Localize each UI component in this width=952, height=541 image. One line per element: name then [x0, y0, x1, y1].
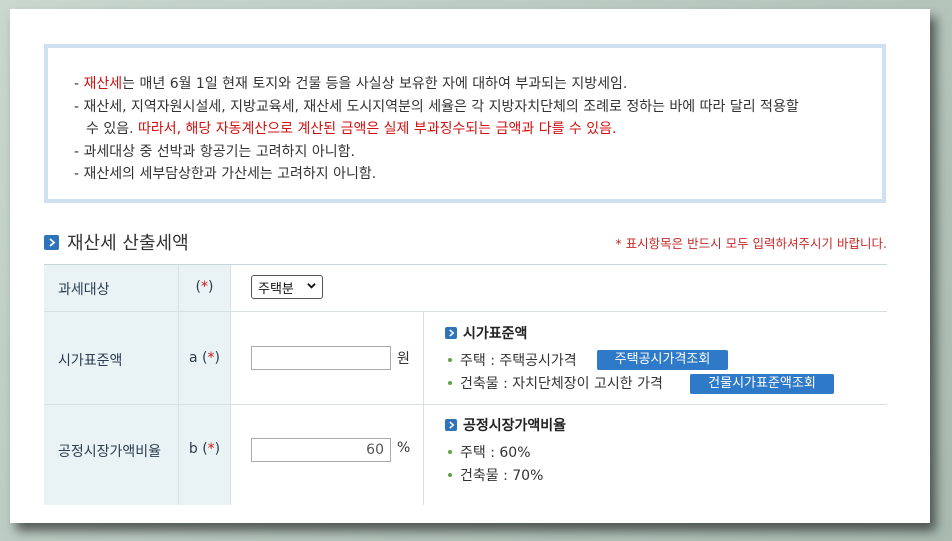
section-header: 재산세 산출세액 [44, 229, 189, 255]
notice-line-3-prefix: 수 있음. [86, 121, 138, 137]
row-mark-cell: a (*) [178, 312, 231, 404]
info-item-building: 건축물 : 70% [448, 465, 543, 485]
row-info-cell: 시가표준액 주택 : 주택공시가격 주택공시가격조회 건축물 : 자치단체장이 … [423, 312, 888, 404]
unit-won: 원 [397, 351, 410, 367]
mark-close: ) [214, 441, 221, 457]
info-item-text: 주택 : 60% [460, 445, 531, 461]
unit-percent: % [397, 440, 411, 456]
info-title-market-ratio: 공정시장가액비율 [445, 415, 566, 435]
row-input-cell: 원 [230, 312, 423, 404]
chevron-down-icon [307, 283, 316, 289]
info-item-house: 주택 : 60% [448, 442, 531, 462]
required-note: * 표시항목은 반드시 모두 입력하셔주시기 바랍니다. [615, 236, 887, 251]
label-tax-object: 과세대상 [58, 282, 110, 298]
bullet-icon [448, 358, 452, 362]
notice-line-2: - 재산세, 지역자원시설세, 지방교육세, 재산세 도시지역분의 세율은 각 … [74, 98, 799, 115]
label-standard-price: 시가표준액 [58, 353, 123, 369]
row-label-cell: 시가표준액 [44, 312, 178, 404]
bullet-icon [448, 450, 452, 454]
notice-line-4: - 과세대상 중 선박과 항공기는 고려하지 아니함. [74, 143, 355, 160]
notice-line-1: - 재산세는 매년 6월 1일 현재 토지와 건물 등을 사실상 보유한 자에 … [74, 73, 799, 96]
label-market-ratio: 공정시장가액비율 [58, 444, 162, 460]
row-mark-cell: (*) [178, 265, 231, 311]
required-star: * [207, 350, 215, 366]
notice-line-1-text: 는 매년 6월 1일 현재 토지와 건물 등을 사실상 보유한 자에 대하여 부… [122, 76, 628, 92]
table-row-tax-object: 과세대상 (*) 주택분 [44, 265, 887, 312]
info-title-text: 공정시장가액비율 [463, 418, 567, 434]
info-item-text: 주택 : 주택공시가격 [460, 353, 577, 369]
notice-line-3: 수 있음. 따라서, 해당 자동계산으로 계산된 금액은 실제 부과징수되는 금… [74, 118, 799, 141]
row-input-cell: 60 % [230, 405, 423, 505]
page-window: - 재산세는 매년 6월 1일 현재 토지와 건물 등을 사실상 보유한 자에 … [10, 9, 930, 523]
building-price-lookup-button[interactable]: 건물시가표준액조회 [690, 374, 834, 394]
row-input-cell: 주택분 [230, 265, 423, 311]
standard-price-input[interactable] [251, 346, 391, 370]
info-item-building: 건축물 : 자치단체장이 고시한 가격 [448, 373, 663, 393]
required-star: * [207, 441, 215, 457]
row-info-cell: 공정시장가액비율 주택 : 60% 건축물 : 70% [423, 405, 888, 505]
row-mark-cell: b (*) [178, 405, 231, 505]
mark-close: ) [214, 350, 220, 366]
required-star: * [201, 279, 208, 295]
info-item-text: 건축물 : 70% [460, 468, 544, 484]
chevron-right-icon [44, 234, 59, 250]
bullet-icon [448, 473, 452, 477]
bullet-icon [448, 381, 452, 385]
mark-open: a ( [189, 350, 208, 366]
notice-warning: 따라서, 해당 자동계산으로 계산된 금액은 실제 부과징수되는 금액과 다를 … [138, 121, 617, 137]
table-row-market-ratio: 공정시장가액비율 b (*) 60 % 공정시장가액비율 주택 : 60% 건축… [44, 405, 887, 505]
tax-object-select[interactable]: 주택분 [251, 275, 323, 299]
info-item-house: 주택 : 주택공시가격 [448, 350, 577, 370]
mark-open: b ( [188, 441, 208, 457]
notice-bullet: - [74, 76, 84, 92]
notice-text: - 재산세는 매년 6월 1일 현재 토지와 건물 등을 사실상 보유한 자에 … [74, 73, 799, 186]
required-mark: (*) [179, 279, 230, 295]
required-mark: b (*) [179, 441, 230, 457]
section-title: 재산세 산출세액 [67, 233, 189, 254]
info-title-text: 시가표준액 [463, 326, 528, 342]
info-item-text: 건축물 : 자치단체장이 고시한 가격 [460, 376, 663, 392]
select-value: 주택분 [258, 281, 294, 297]
tax-form-table: 과세대상 (*) 주택분 시가표준액 a (*) 원 시가표준액 주택: 주택… [44, 264, 887, 505]
info-title-standard-price: 시가표준액 [445, 323, 527, 343]
table-row-standard-price: 시가표준액 a (*) 원 시가표준액 주택 : 주택공시가격 주택공시가격조회… [44, 312, 887, 405]
house-price-lookup-button[interactable]: 주택공시가격조회 [597, 350, 728, 370]
chevron-right-icon [445, 327, 457, 339]
notice-line-5: - 재산세의 세부담상한과 가산세는 고려하지 아니함. [74, 166, 377, 182]
notice-highlight-tax: 재산세 [83, 76, 123, 92]
notice-box: - 재산세는 매년 6월 1일 현재 토지와 건물 등을 사실상 보유한 자에 … [44, 44, 886, 203]
row-label-cell: 과세대상 [44, 265, 178, 311]
mark-close: ) [208, 279, 214, 295]
row-label-cell: 공정시장가액비율 [44, 405, 178, 505]
market-ratio-input[interactable]: 60 [251, 438, 391, 462]
required-mark: a (*) [179, 350, 230, 366]
chevron-right-icon [445, 419, 457, 431]
